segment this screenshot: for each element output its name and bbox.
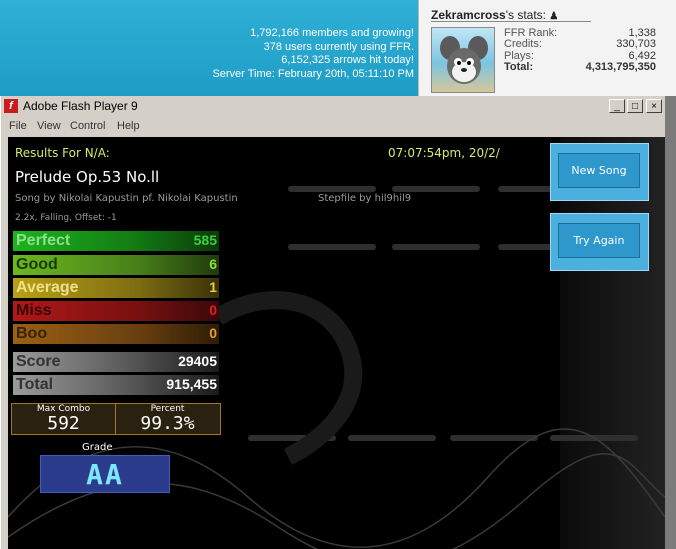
new-song-button[interactable]: New Song — [550, 143, 649, 201]
grade-value: AA — [86, 458, 124, 491]
try-again-label: Try Again — [558, 223, 640, 258]
profile-stats: FFR Rank: 1,338 Credits: 330,703 Plays: 6,4… — [504, 27, 656, 73]
username-link[interactable]: Zekramcross — [431, 8, 506, 22]
judgement-value: 0 — [209, 325, 217, 341]
judgement-label: Good — [16, 256, 58, 273]
percent-value: 99.3% — [140, 413, 195, 434]
flash-icon: f — [4, 99, 18, 113]
new-song-label: New Song — [558, 153, 640, 188]
judgement-label: Average — [16, 279, 79, 296]
try-again-button[interactable]: Try Again — [550, 213, 649, 271]
menu-view[interactable]: View — [37, 120, 61, 132]
menu-file[interactable]: File — [9, 120, 27, 132]
max-combo-cell: Max Combo 592 — [12, 404, 116, 434]
song-title: Prelude Op.53 No.ll — [15, 168, 160, 186]
divider — [431, 21, 591, 22]
profile-heading: Zekramcross's stats: ♟ — [431, 8, 558, 22]
stats-suffix: 's stats: — [505, 8, 547, 22]
stat-row-credits: Credits: 330,703 — [504, 38, 656, 51]
max-combo-value: 592 — [47, 413, 80, 434]
stepfile-credit: Stepfile by hil9hil9 — [318, 193, 412, 204]
results-header: Results For N/A: — [15, 146, 110, 160]
profile-panel: Zekramcross's stats: ♟ FFR Rank: 1,338 Cr… — [418, 0, 676, 96]
online-users: 378 users currently using FFR. — [263, 40, 414, 53]
judgement-value: 6 — [209, 256, 217, 272]
song-credits: Song by Nikolai Kapustin pf. Nikolai Kap… — [15, 193, 238, 204]
menu-control[interactable]: Control — [70, 120, 105, 132]
stat-row-total: Total: 4,313,795,350 — [504, 60, 656, 73]
score-row: Score 29405 — [13, 352, 219, 372]
site-stats: 1,792,166 members and growing! 378 users… — [212, 27, 414, 82]
site-banner: 1,792,166 members and growing! 378 users… — [0, 0, 418, 96]
judgement-row-perfect: Perfect 585 — [13, 231, 219, 251]
judgement-value: 585 — [193, 232, 217, 248]
title-bar[interactable]: f Adobe Flash Player 9 _ □ × — [1, 96, 665, 116]
members-count: 1,792,166 members and growing! — [250, 27, 414, 39]
judgement-row-good: Good 6 — [13, 255, 219, 275]
total-label: Total — [16, 376, 54, 393]
judgement-row-average: Average 1 — [13, 278, 219, 298]
total-value: 915,455 — [166, 376, 217, 392]
total-row: Total 915,455 — [13, 375, 219, 395]
maximize-button[interactable]: □ — [627, 99, 643, 113]
arrows-today: 6,152,325 arrows hit today! — [281, 54, 414, 67]
avatar[interactable] — [431, 27, 495, 93]
judgement-row-miss: Miss 0 — [13, 301, 219, 321]
judgement-value: 0 — [209, 302, 217, 318]
judgement-label: Miss — [16, 302, 52, 319]
minimize-button[interactable]: _ — [609, 99, 625, 113]
results-timestamp: 07:07:54pm, 20/2/ — [388, 146, 500, 160]
grade-label: Grade — [82, 442, 113, 453]
menu-bar: File View Control Help — [1, 117, 665, 135]
combo-percent-box: Max Combo 592 Percent 99.3% — [11, 403, 221, 435]
judgement-row-boo: Boo 0 — [13, 324, 219, 344]
score-value: 29405 — [178, 353, 217, 369]
judgement-label: Boo — [16, 325, 48, 342]
percent-cell: Percent 99.3% — [116, 404, 219, 434]
judgement-label: Perfect — [16, 232, 71, 249]
play-settings: 2.2x, Falling, Offset: -1 — [15, 213, 117, 223]
avatar-mouse-icon — [440, 36, 488, 84]
server-time: Server Time: February 20th, 05:11:10 PM — [212, 68, 414, 81]
grade-box: AA — [40, 455, 170, 493]
flash-player-window: f Adobe Flash Player 9 _ □ × File View C… — [0, 96, 665, 549]
judgement-value: 1 — [209, 279, 217, 295]
score-label: Score — [16, 353, 61, 370]
close-button[interactable]: × — [646, 99, 662, 113]
menu-help[interactable]: Help — [117, 120, 140, 132]
window-title: Adobe Flash Player 9 — [23, 99, 138, 113]
